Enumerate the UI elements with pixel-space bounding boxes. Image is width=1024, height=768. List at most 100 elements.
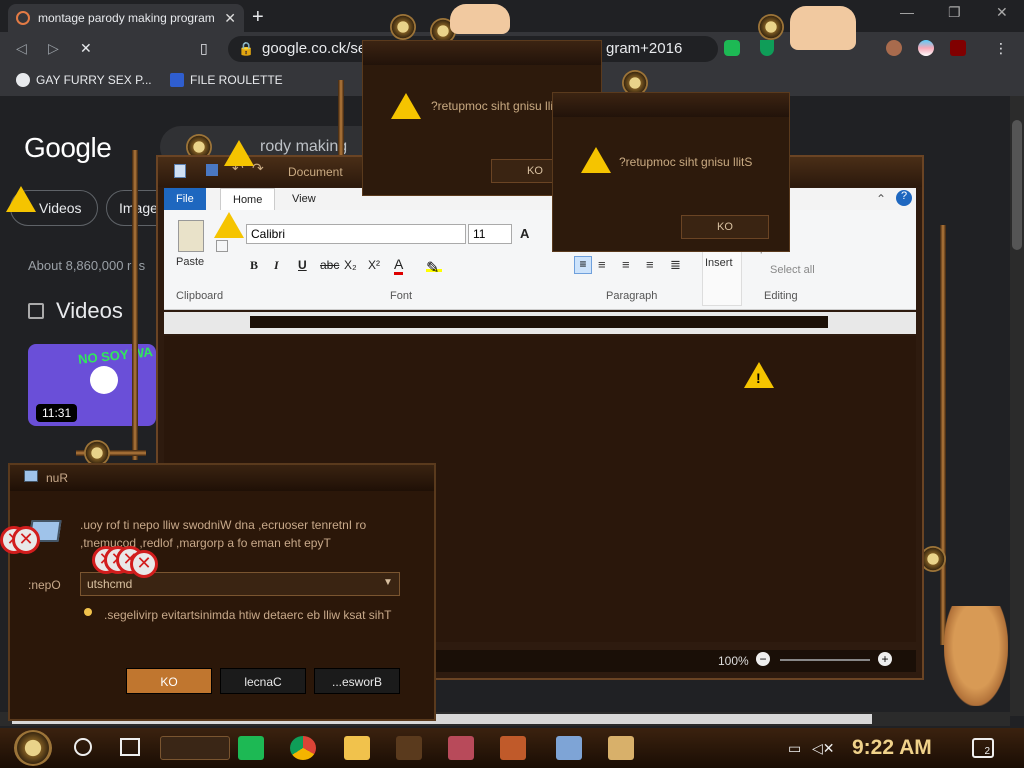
- bold-button[interactable]: B: [250, 258, 258, 273]
- run-open-label: :nepO: [28, 578, 61, 592]
- taskbar-app-icon[interactable]: [396, 736, 422, 760]
- wordpad-app-icon: [174, 164, 186, 178]
- restore-icon[interactable]: ❐: [948, 4, 961, 21]
- ribbon-collapse-icon[interactable]: ⌃: [876, 192, 886, 206]
- profile-avatar[interactable]: [886, 40, 902, 56]
- align-left-icon[interactable]: ≡: [574, 256, 592, 274]
- task-view-icon[interactable]: [120, 738, 140, 756]
- bookmark-item[interactable]: FILE ROULETTE: [170, 73, 283, 87]
- message-box-titlebar[interactable]: [553, 93, 789, 117]
- underline-button[interactable]: U: [298, 258, 307, 272]
- taskbar-slot[interactable]: [160, 736, 230, 760]
- lock-icon: 🔒: [238, 41, 255, 56]
- cartoon-face-icon: [450, 4, 510, 34]
- run-dialog-title: nuR: [46, 471, 69, 485]
- zoom-out-icon[interactable]: −: [756, 652, 770, 666]
- select-all-button[interactable]: Select all: [770, 264, 815, 276]
- new-tab-button[interactable]: +: [252, 6, 264, 29]
- chevron-down-icon[interactable]: ▼: [383, 577, 393, 588]
- help-icon[interactable]: ?: [896, 190, 912, 206]
- run-input-value: utshcmd: [87, 577, 133, 591]
- font-name-value: Calibri: [251, 227, 286, 241]
- font-name-select[interactable]: Calibri: [246, 224, 466, 244]
- volume-muted-icon[interactable]: ◁✕: [812, 740, 835, 757]
- result-count: About 8,860,000 res: [28, 258, 146, 273]
- run-open-input[interactable]: utshcmd ▼: [80, 572, 400, 596]
- window-close-icon[interactable]: ✕: [996, 4, 1008, 21]
- google-logo[interactable]: Google: [24, 132, 112, 164]
- browser-tab[interactable]: montage parody making program ✕: [8, 4, 244, 32]
- vertical-scroll-thumb[interactable]: [1012, 120, 1022, 250]
- save-icon[interactable]: [206, 164, 218, 176]
- align-center-icon[interactable]: ≡: [598, 257, 606, 272]
- zoom-in-icon[interactable]: +: [878, 652, 892, 666]
- run-ok-button[interactable]: KO: [126, 668, 212, 694]
- taskbar-app-icon[interactable]: [448, 736, 474, 760]
- paste-icon[interactable]: [178, 220, 204, 252]
- start-button-icon[interactable]: [14, 730, 52, 766]
- justify-icon[interactable]: ≡: [646, 257, 654, 272]
- italic-button[interactable]: I: [274, 258, 279, 273]
- notification-count: 2: [984, 746, 990, 757]
- notification-center-icon[interactable]: 2: [972, 738, 994, 758]
- stop-loading-icon[interactable]: ✕: [80, 40, 92, 57]
- bookmark-icon[interactable]: ▯: [200, 40, 208, 57]
- taskbar-explorer-icon[interactable]: [344, 736, 370, 760]
- taskbar-spotify-icon[interactable]: [238, 736, 264, 760]
- paste-label[interactable]: Paste: [176, 256, 204, 268]
- extension-green-icon[interactable]: [724, 40, 740, 56]
- message-text: ?retupmoc siht gnisu llit: [431, 99, 557, 113]
- brass-pipe: [338, 80, 344, 160]
- zoom-slider[interactable]: [780, 659, 870, 661]
- tab-view[interactable]: View: [280, 188, 328, 210]
- insert-label: Insert: [705, 257, 733, 269]
- mft-icon: [170, 73, 184, 87]
- taskbar-clock[interactable]: 9:22 AM: [852, 736, 932, 760]
- text-color-icon[interactable]: A: [394, 256, 404, 275]
- search-icon[interactable]: [74, 738, 92, 756]
- url-text: google.co.ck/se: [262, 40, 367, 57]
- strikethrough-button[interactable]: abc: [320, 258, 339, 272]
- run-cancel-button[interactable]: lecnaC: [220, 668, 306, 694]
- menu-kebab-icon[interactable]: ⋮: [994, 40, 1008, 57]
- font-size-select[interactable]: 11: [468, 224, 512, 244]
- highlight-icon[interactable]: ✎: [426, 258, 442, 277]
- subscript-button[interactable]: X₂: [344, 258, 357, 272]
- copy-icon[interactable]: [216, 240, 228, 252]
- tab-favicon-icon: [16, 11, 30, 25]
- taskbar-paint-icon[interactable]: [608, 736, 634, 760]
- align-right-icon[interactable]: ≡: [622, 257, 630, 272]
- extension-shield-icon[interactable]: [760, 40, 774, 56]
- hamster-image: [944, 606, 1008, 706]
- extension-flag-icon[interactable]: [918, 40, 934, 56]
- ruler[interactable]: [164, 312, 916, 334]
- play-icon[interactable]: [90, 366, 118, 394]
- cartoon-face-icon: [790, 6, 856, 50]
- network-icon[interactable]: ▭: [788, 740, 801, 757]
- gear-icon: [758, 14, 784, 40]
- taskbar-app-icon[interactable]: [500, 736, 526, 760]
- tab-close-icon[interactable]: ✕: [224, 10, 236, 27]
- line-spacing-icon[interactable]: ≣: [670, 257, 681, 273]
- taskbar-chrome-icon[interactable]: [290, 736, 316, 760]
- grow-font-icon[interactable]: A: [520, 226, 529, 241]
- run-dialog-titlebar[interactable]: nuR: [10, 465, 434, 491]
- back-icon[interactable]: ◁: [16, 40, 27, 57]
- taskbar-run-icon[interactable]: [556, 736, 582, 760]
- bookmark-item[interactable]: GAY FURRY SEX P...: [16, 73, 152, 87]
- error-icon: ✕: [12, 526, 40, 554]
- tab-file[interactable]: File: [164, 188, 206, 210]
- minimize-icon[interactable]: —: [900, 4, 914, 20]
- superscript-button[interactable]: X²: [368, 258, 380, 272]
- gear-icon: [390, 14, 416, 40]
- tab-home[interactable]: Home: [220, 188, 276, 210]
- run-browse-button[interactable]: ...esworB: [314, 668, 400, 694]
- message-box-titlebar[interactable]: [363, 41, 601, 65]
- message-text: ?retupmoc siht gnisu llitS: [619, 155, 753, 169]
- warning-icon: [224, 140, 254, 166]
- ublock-icon[interactable]: [950, 40, 966, 56]
- insert-button[interactable]: Insert: [702, 250, 742, 306]
- zoom-level: 100%: [718, 654, 749, 668]
- message-ok-button[interactable]: KO: [681, 215, 769, 239]
- forward-icon[interactable]: ▷: [48, 40, 59, 57]
